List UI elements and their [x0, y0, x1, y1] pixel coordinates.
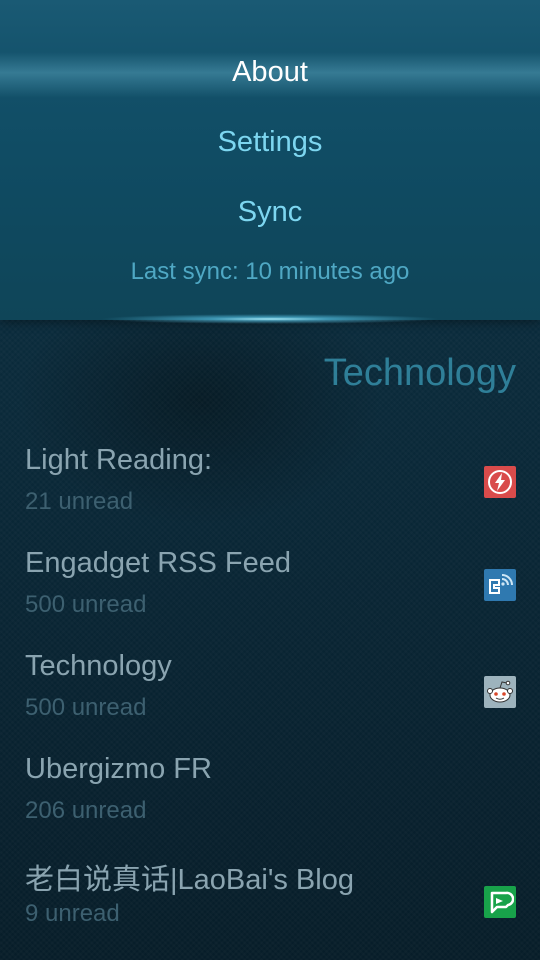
- lightning-icon: [484, 466, 516, 498]
- feed-title: Ubergizmo FR: [25, 753, 212, 785]
- feed-item-technology[interactable]: Technology 500 unread: [0, 646, 540, 749]
- feed-unread-count: 500 unread: [25, 591, 147, 618]
- feed-item-laobai[interactable]: 老白说真话|LaoBai's Blog 9 unread: [0, 852, 540, 955]
- pulley-menu: About Settings Sync Last sync: 10 minute…: [0, 0, 540, 320]
- feed-unread-count: 9 unread: [25, 900, 120, 927]
- feed-list: Light Reading: 21 unread Engadget RSS Fe…: [0, 440, 540, 955]
- feed-unread-count: 21 unread: [25, 488, 134, 515]
- feed-title: 老白说真话|LaoBai's Blog: [25, 864, 354, 896]
- menu-item-settings[interactable]: Settings: [0, 126, 540, 159]
- last-sync-label: Last sync: 10 minutes ago: [130, 258, 410, 285]
- feed-item-ubergizmo[interactable]: Ubergizmo FR 206 unread: [0, 749, 540, 852]
- feed-title: Technology: [25, 650, 172, 682]
- rss-feed-icon: [484, 569, 516, 601]
- feed-unread-count: 206 unread: [25, 797, 147, 824]
- app-screen: About Settings Sync Last sync: 10 minute…: [0, 0, 540, 960]
- feed-title: Light Reading:: [25, 444, 213, 476]
- feed-unread-count: 500 unread: [25, 694, 147, 721]
- feed-item-light-reading[interactable]: Light Reading: 21 unread: [0, 440, 540, 543]
- menu-item-sync[interactable]: Sync: [0, 196, 540, 229]
- page-title: Technology: [323, 352, 516, 394]
- chat-bubble-icon: [484, 886, 516, 918]
- pulley-indicator: [100, 314, 440, 324]
- feed-title: Engadget RSS Feed: [25, 547, 292, 579]
- menu-item-about[interactable]: About: [0, 56, 540, 89]
- feed-item-engadget[interactable]: Engadget RSS Feed 500 unread: [0, 543, 540, 646]
- reddit-alien-icon: [484, 676, 516, 708]
